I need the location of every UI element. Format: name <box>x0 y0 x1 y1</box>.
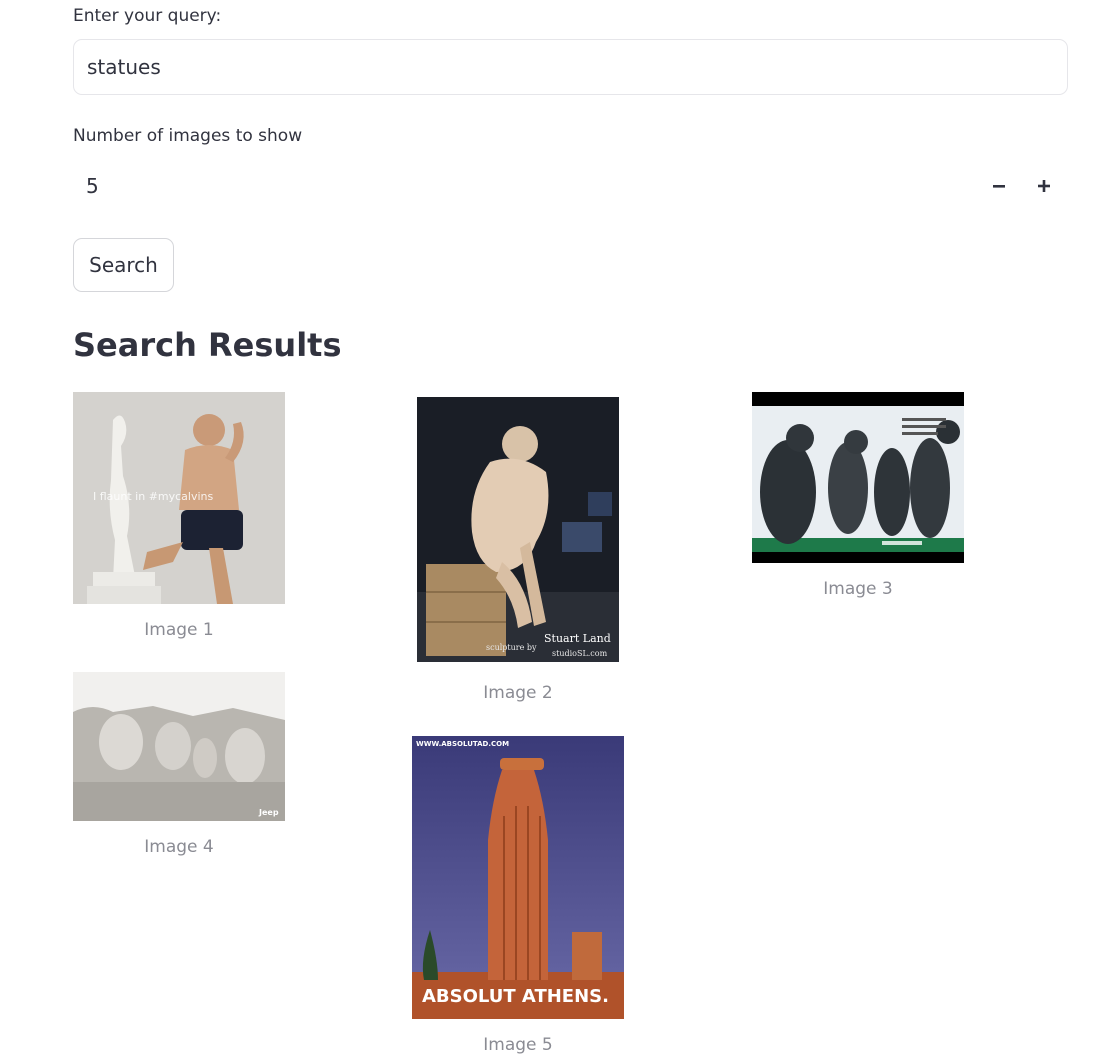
result-image-5[interactable]: WWW.ABSOLUTAD.COM ABSOLUT ATHENS. <box>412 736 624 1019</box>
result-caption-3: Image 3 <box>823 579 893 599</box>
result-card-1: I flaunt in #mycalvins Image 1 <box>73 392 285 640</box>
result-image-2[interactable]: sculpture by Stuart Land studioSL.com <box>412 392 624 667</box>
image-2-overlay-text-1: sculpture by <box>486 643 537 652</box>
image-5-overlay-text-1: WWW.ABSOLUTAD.COM <box>416 740 509 748</box>
query-input[interactable]: statues <box>73 39 1068 95</box>
image-4-overlay-text: Jeep <box>258 808 279 817</box>
result-card-5: WWW.ABSOLUTAD.COM ABSOLUT ATHENS. Image … <box>412 736 624 1055</box>
plus-icon <box>1038 180 1050 192</box>
result-image-3[interactable] <box>752 392 964 563</box>
count-value: 5 <box>86 174 99 198</box>
result-card-4: Jeep Image 4 <box>73 672 285 857</box>
minus-icon <box>993 185 1005 188</box>
result-image-1[interactable]: I flaunt in #mycalvins <box>73 392 285 604</box>
results-title: Search Results <box>73 326 342 364</box>
search-button[interactable]: Search <box>73 238 174 292</box>
image-2-overlay-text-3: studioSL.com <box>552 649 608 658</box>
count-label: Number of images to show <box>73 126 303 146</box>
result-caption-1: Image 1 <box>144 620 214 640</box>
result-image-4[interactable]: Jeep <box>73 672 285 821</box>
image-1-overlay-text: I flaunt in #mycalvins <box>93 490 214 503</box>
increment-button[interactable] <box>1026 168 1062 204</box>
result-card-2: sculpture by Stuart Land studioSL.com Im… <box>412 392 624 703</box>
result-caption-4: Image 4 <box>144 837 214 857</box>
result-card-3: Image 3 <box>752 392 964 599</box>
count-input[interactable]: 5 <box>73 160 1068 212</box>
query-value: statues <box>87 55 161 79</box>
result-caption-5: Image 5 <box>483 1035 553 1055</box>
result-caption-2: Image 2 <box>483 683 553 703</box>
query-label: Enter your query: <box>73 6 222 26</box>
image-5-overlay-text-2: ABSOLUT ATHENS. <box>422 986 609 1007</box>
image-2-overlay-text-2: Stuart Land <box>544 632 611 645</box>
decrement-button[interactable] <box>981 168 1017 204</box>
